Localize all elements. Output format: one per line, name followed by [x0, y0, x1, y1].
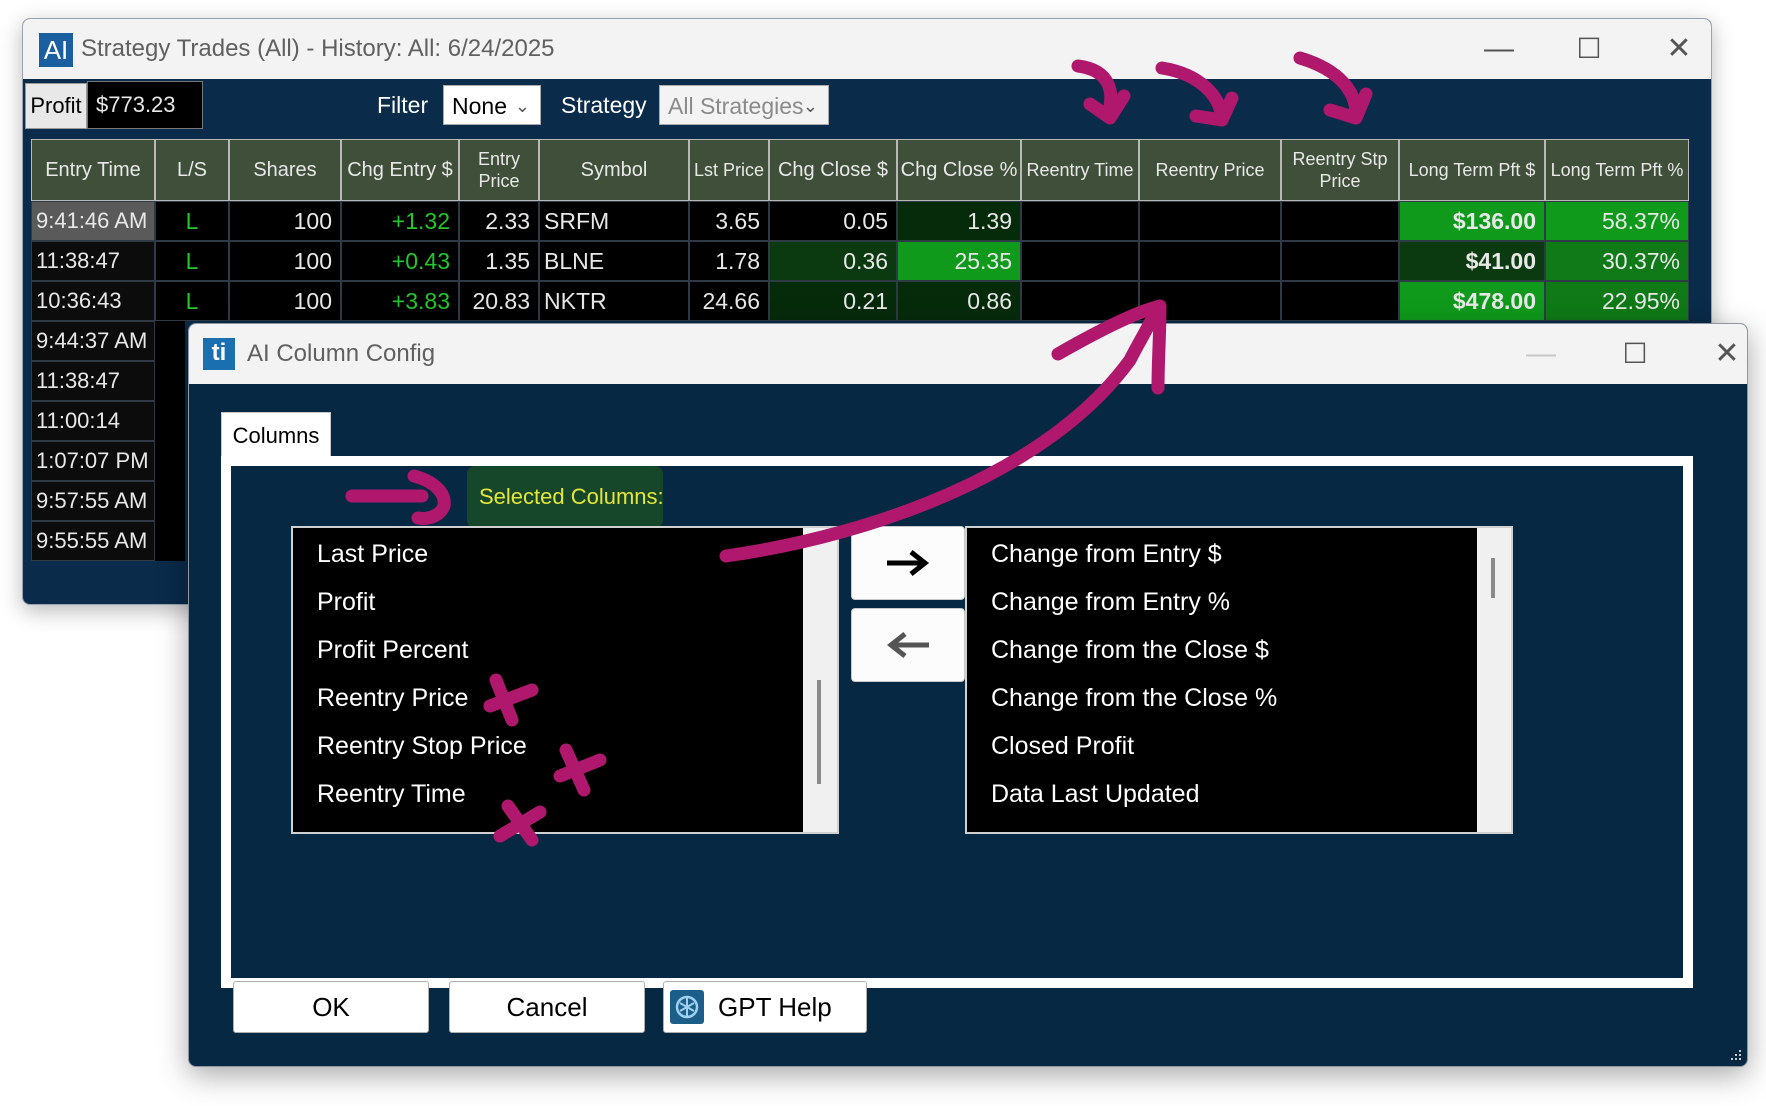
annotation-x-mark [553, 743, 607, 797]
annotation-arrow-reentry-price [1155, 61, 1229, 125]
annotation-arrow-curve [719, 303, 1163, 563]
annotation-overlay [345, 51, 1373, 847]
annotation-x-mark [483, 673, 539, 727]
annotation-x-mark [493, 799, 547, 847]
